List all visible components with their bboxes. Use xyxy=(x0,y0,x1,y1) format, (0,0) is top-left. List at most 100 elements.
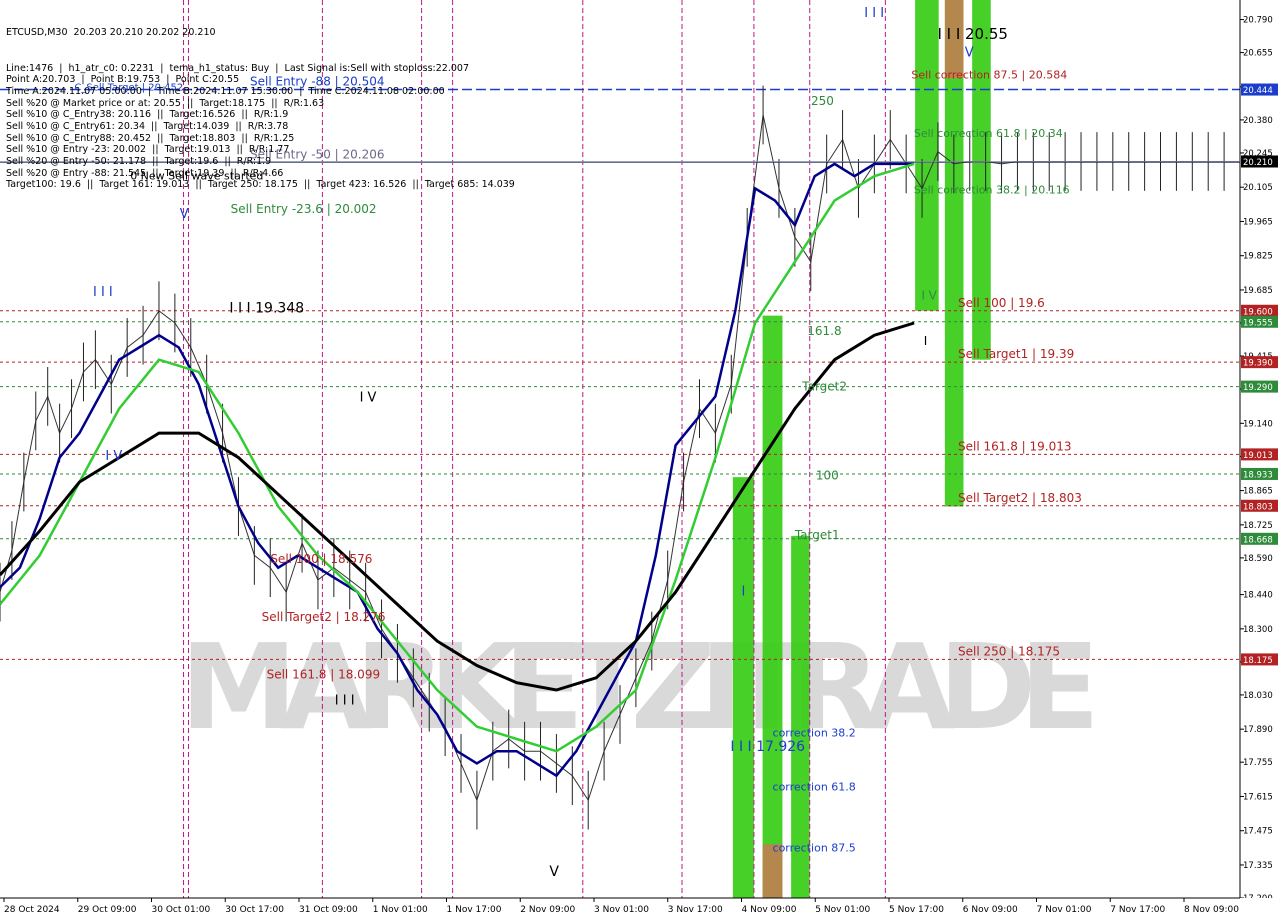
level-label: Sell Target1 | 19.39 xyxy=(958,347,1074,361)
y-tick-label: 18.725 xyxy=(1243,521,1273,531)
chart-annotation: Sell correction 87.5 | 20.584 xyxy=(911,68,1067,81)
y-tick-label: 19.965 xyxy=(1243,217,1273,227)
chart-annotation: Sell Entry -23.6 | 20.002 xyxy=(231,202,377,216)
chart-annotation: correction 38.2 xyxy=(773,727,856,740)
chart-annotation: I V xyxy=(921,289,937,303)
x-tick-label: 31 Oct 09:00 xyxy=(299,905,358,915)
y-tick-label: 20.380 xyxy=(1243,116,1273,126)
level-label: Sell 161.8 | 19.013 xyxy=(958,439,1072,453)
chart-annotation: 161.8 xyxy=(807,324,841,338)
x-tick-label: 5 Nov 17:00 xyxy=(889,905,944,915)
x-tick-label: 8 Nov 09:00 xyxy=(1184,905,1239,915)
chart-annotation: Target1 xyxy=(794,528,840,542)
chart-annotation: I I I xyxy=(335,694,355,709)
chart-annotation: I I I 20.55 xyxy=(937,25,1008,43)
chart-annotation: Sell correction 61.8 | 20.34 xyxy=(914,127,1063,140)
y-tick-label: 17.615 xyxy=(1243,792,1273,802)
axis-price-tag-label: 18.803 xyxy=(1243,502,1273,512)
chart-annotation: I I I xyxy=(864,6,884,21)
info-line: Sell %20 @ Market price or at: 20.55 || … xyxy=(6,97,325,109)
chart-annotation: I xyxy=(742,584,746,599)
y-tick-label: 18.030 xyxy=(1243,691,1273,701)
chart-annotation: I V xyxy=(105,449,122,464)
info-line: Sell %10 @ C_Entry88: 20.452 || Target:1… xyxy=(6,132,295,144)
info-lines: Line:1476 | h1_atr_c0: 0.2231 | tema_h1_… xyxy=(6,62,515,191)
y-tick-label: 19.140 xyxy=(1243,419,1273,429)
y-tick-label: 18.590 xyxy=(1243,554,1273,564)
x-tick-label: 7 Nov 17:00 xyxy=(1110,905,1165,915)
x-tick-label: 2 Nov 09:00 xyxy=(520,905,575,915)
chart-annotation: I I I 17.926 xyxy=(730,739,805,755)
x-tick-label: 28 Oct 2024 xyxy=(4,905,60,915)
x-tick-label: 30 Oct 01:00 xyxy=(152,905,211,915)
x-tick-label: 3 Nov 01:00 xyxy=(594,905,649,915)
watermark-text: MARKETZITRADE xyxy=(180,618,1100,756)
info-line: Sell %10 @ Entry -23: 20.002 || Target:1… xyxy=(6,144,290,156)
chart-annotation: 100 xyxy=(816,469,839,483)
x-tick-label: 29 Oct 09:00 xyxy=(78,905,137,915)
chart-annotation: I xyxy=(924,334,928,348)
y-tick-label: 18.440 xyxy=(1243,591,1273,601)
y-tick-label: 17.890 xyxy=(1243,725,1273,735)
x-tick-label: 4 Nov 09:00 xyxy=(742,905,797,915)
chart-annotation: Sell Target2 | 18.276 xyxy=(262,610,386,624)
chart-annotation: I I I xyxy=(93,285,113,300)
chart-root: MARKETZITRADESell Entry -88 | 20.504Sell… xyxy=(0,0,1280,920)
chart-annotation: Target2 xyxy=(801,379,847,393)
info-line: Point A:20.703 | Point B:19.753 | Point … xyxy=(6,74,240,86)
y-tick-label: 20.790 xyxy=(1243,16,1273,26)
axis-price-tag-label: 19.390 xyxy=(1243,359,1273,369)
axis-price-tag-label: 18.933 xyxy=(1243,470,1273,480)
info-box: ETCUSD,M30 20.203 20.210 20.202 20.210 L… xyxy=(6,4,515,191)
axis-price-tag-label: 18.668 xyxy=(1243,535,1273,545)
signal-zone xyxy=(762,315,783,899)
y-tick-label: 17.335 xyxy=(1243,861,1273,871)
x-tick-label: 5 Nov 01:00 xyxy=(815,905,870,915)
x-tick-label: 6 Nov 09:00 xyxy=(963,905,1018,915)
info-line: Sell %10 @ C_Entry38: 20.116 || Target:1… xyxy=(6,109,289,121)
current-price-label: 20.210 xyxy=(1243,158,1273,168)
chart-annotation: Sell correction 38.2 | 20.116 xyxy=(914,183,1070,196)
info-line: Target100: 19.6 || Target 161: 19.013 ||… xyxy=(6,179,515,191)
x-tick-label: 7 Nov 01:00 xyxy=(1037,905,1092,915)
chart-annotation: correction 61.8 xyxy=(773,780,856,793)
symbol-line: ETCUSD,M30 20.203 20.210 20.202 20.210 xyxy=(6,27,216,39)
chart-annotation: I V xyxy=(360,390,377,405)
info-line: Sell %10 @ C_Entry61: 20.34 || Target:14… xyxy=(6,120,289,132)
chart-annotation: 250 xyxy=(811,94,834,108)
chart-annotation: V xyxy=(965,45,974,60)
axis-price-tag-label: 19.290 xyxy=(1243,383,1273,393)
axis-price-tag-label: 18.175 xyxy=(1243,656,1273,666)
info-line: Sell %20 @ Entry -50: 21.178 || Target:1… xyxy=(6,156,272,167)
y-tick-label: 17.475 xyxy=(1243,827,1273,837)
signal-zone xyxy=(915,0,939,311)
y-tick-label: 20.655 xyxy=(1243,49,1273,59)
axis-price-tag-label: 19.600 xyxy=(1243,307,1273,317)
x-tick-label: 1 Nov 01:00 xyxy=(373,905,428,915)
info-line: Line:1476 | h1_atr_c0: 0.2231 | tema_h1_… xyxy=(6,62,469,74)
y-tick-label: 20.105 xyxy=(1243,183,1273,193)
chart-annotation: V xyxy=(180,207,189,222)
axis-price-tag-label: 20.444 xyxy=(1243,86,1273,96)
y-tick-label: 18.865 xyxy=(1243,487,1273,497)
chart-annotation: correction 87.5 xyxy=(773,842,856,855)
y-tick-label: 19.825 xyxy=(1243,252,1273,262)
level-label: Sell Target2 | 18.803 xyxy=(958,491,1082,505)
x-tick-label: 30 Oct 17:00 xyxy=(225,905,284,915)
axis-price-tag-label: 19.555 xyxy=(1243,318,1273,328)
signal-zone xyxy=(732,477,754,898)
y-tick-label: 17.755 xyxy=(1243,758,1273,768)
y-tick-label: 19.685 xyxy=(1243,286,1273,296)
x-tick-label: 1 Nov 17:00 xyxy=(447,905,502,915)
info-line: Time A:2024.11.07 05:00:00 | Time B:2024… xyxy=(6,85,445,97)
chart-annotation: Sell 100 | 18.576 xyxy=(270,552,372,566)
level-label: Sell 100 | 19.6 xyxy=(958,296,1045,310)
axis-price-tag-label: 19.013 xyxy=(1243,451,1273,461)
y-tick-label: 18.300 xyxy=(1243,625,1273,635)
chart-annotation: I I I 19.348 xyxy=(229,301,304,317)
info-line: Sell %20 @ Entry -88: 21.545 || Target:1… xyxy=(6,167,284,179)
x-tick-label: 3 Nov 17:00 xyxy=(668,905,723,915)
chart-annotation: Sell 161.8 | 18.099 xyxy=(267,668,381,682)
chart-annotation: V xyxy=(549,864,559,880)
level-label: Sell 250 | 18.175 xyxy=(958,644,1060,658)
